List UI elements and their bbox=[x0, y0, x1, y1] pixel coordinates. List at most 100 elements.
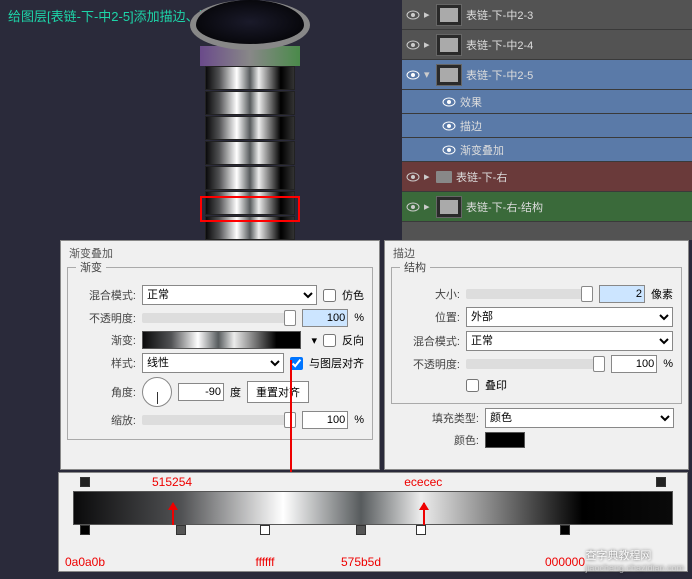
visibility-icon[interactable] bbox=[406, 8, 420, 22]
group-label: 渐变 bbox=[76, 259, 106, 275]
color-swatch[interactable] bbox=[485, 432, 525, 448]
color-stop[interactable] bbox=[356, 525, 366, 535]
color-annotation: ececec bbox=[404, 475, 442, 489]
blend-mode-label: 混合模式: bbox=[400, 333, 460, 349]
percent-label: % bbox=[354, 414, 364, 426]
fill-type-select[interactable]: 颜色 bbox=[485, 408, 674, 428]
position-label: 位置: bbox=[400, 309, 460, 325]
annotation-arrow bbox=[290, 360, 292, 485]
expand-icon[interactable]: ▸ bbox=[424, 38, 432, 51]
group-label: 结构 bbox=[400, 259, 430, 275]
scale-slider[interactable] bbox=[142, 415, 296, 425]
gradient-overlay-dialog: 渐变叠加 渐变 混合模式: 正常 仿色 不透明度: % 渐变: ▾ 反向 样式:… bbox=[60, 240, 380, 470]
layer-name: 表链-下-中2-5 bbox=[466, 67, 688, 83]
overprint-checkbox[interactable] bbox=[466, 379, 479, 392]
visibility-icon[interactable] bbox=[442, 143, 456, 157]
layer-thumb bbox=[436, 64, 462, 86]
layer-row[interactable]: ▸ 表链-下-中2-3 bbox=[402, 0, 692, 30]
folder-icon bbox=[436, 171, 452, 183]
percent-label: % bbox=[663, 358, 673, 370]
scale-label: 缩放: bbox=[76, 412, 136, 428]
gradient-preview[interactable] bbox=[142, 331, 301, 349]
blend-mode-select[interactable]: 正常 bbox=[466, 331, 673, 351]
layer-name: 表链-下-右-结构 bbox=[466, 199, 688, 215]
expand-icon[interactable]: ▸ bbox=[424, 170, 432, 183]
fill-type-label: 填充类型: bbox=[399, 410, 479, 426]
reverse-label: 反向 bbox=[342, 332, 364, 348]
visibility-icon[interactable] bbox=[406, 38, 420, 52]
reset-align-button[interactable]: 重置对齐 bbox=[247, 381, 309, 403]
angle-label: 角度: bbox=[76, 384, 136, 400]
watermark: 查字典教程网 jiaocheng.chazidian.com bbox=[585, 546, 684, 573]
scale-input[interactable] bbox=[302, 411, 348, 429]
annotation-arrow bbox=[172, 503, 174, 525]
gradient-bar[interactable] bbox=[73, 491, 673, 525]
align-label: 与图层对齐 bbox=[309, 355, 364, 371]
position-select[interactable]: 外部 bbox=[466, 307, 673, 327]
color-stop[interactable] bbox=[176, 525, 186, 535]
color-label: 颜色: bbox=[399, 432, 479, 448]
layer-effect-gradient[interactable]: 渐变叠加 bbox=[402, 138, 692, 162]
visibility-icon[interactable] bbox=[406, 68, 420, 82]
opacity-stop[interactable] bbox=[656, 477, 666, 487]
color-annotation: 0a0a0b bbox=[65, 555, 105, 569]
visibility-icon[interactable] bbox=[406, 170, 420, 184]
angle-control[interactable] bbox=[142, 377, 172, 407]
size-slider[interactable] bbox=[466, 289, 593, 299]
opacity-stop[interactable] bbox=[80, 477, 90, 487]
layers-panel: ▸ 表链-下-中2-3 ▸ 表链-下-中2-4 ▾ 表链-下-中2-5 效果 描… bbox=[402, 0, 692, 240]
px-label: 像素 bbox=[651, 286, 673, 302]
canvas-preview bbox=[140, 0, 360, 240]
size-input[interactable] bbox=[599, 285, 645, 303]
layer-name: 表链-下-右 bbox=[456, 169, 688, 185]
effect-label: 效果 bbox=[460, 94, 688, 110]
layer-folder[interactable]: ▸ 表链-下-右 bbox=[402, 162, 692, 192]
effect-label: 描边 bbox=[460, 118, 688, 134]
layer-name: 表链-下-中2-4 bbox=[466, 37, 688, 53]
dither-checkbox[interactable] bbox=[323, 289, 336, 302]
expand-icon[interactable]: ▾ bbox=[424, 68, 432, 81]
color-stop[interactable] bbox=[560, 525, 570, 535]
color-stop[interactable] bbox=[260, 525, 270, 535]
selection-highlight bbox=[200, 196, 300, 222]
gradient-label: 渐变: bbox=[76, 332, 136, 348]
size-label: 大小: bbox=[400, 286, 460, 302]
effect-label: 渐变叠加 bbox=[460, 142, 688, 158]
layer-name: 表链-下-中2-3 bbox=[466, 7, 688, 23]
angle-input[interactable] bbox=[178, 383, 224, 401]
layer-row-selected[interactable]: ▾ 表链-下-中2-5 bbox=[402, 60, 692, 90]
layer-thumb bbox=[436, 196, 462, 218]
layer-row[interactable]: ▸ 表链-下-中2-4 bbox=[402, 30, 692, 60]
color-annotation: 575b5d bbox=[341, 555, 381, 569]
layer-thumb bbox=[436, 4, 462, 26]
opacity-slider[interactable] bbox=[142, 313, 296, 323]
angle-unit: 度 bbox=[230, 384, 241, 400]
visibility-icon[interactable] bbox=[442, 95, 456, 109]
opacity-label: 不透明度: bbox=[76, 310, 136, 326]
percent-label: % bbox=[354, 312, 364, 324]
layer-effect-stroke[interactable]: 描边 bbox=[402, 114, 692, 138]
stroke-dialog: 描边 结构 大小: 像素 位置: 外部 混合模式: 正常 不透明度: % 叠印 bbox=[384, 240, 689, 470]
dialog-title: 描边 bbox=[393, 245, 415, 261]
layer-row[interactable]: ▸ 表链-下-右-结构 bbox=[402, 192, 692, 222]
color-stop[interactable] bbox=[416, 525, 426, 535]
blend-mode-select[interactable]: 正常 bbox=[142, 285, 317, 305]
color-stop[interactable] bbox=[80, 525, 90, 535]
visibility-icon[interactable] bbox=[406, 200, 420, 214]
opacity-slider[interactable] bbox=[466, 359, 605, 369]
expand-icon[interactable]: ▸ bbox=[424, 8, 432, 21]
layer-effects[interactable]: 效果 bbox=[402, 90, 692, 114]
style-label: 样式: bbox=[76, 355, 136, 371]
annotation-arrow bbox=[423, 503, 425, 525]
dropdown-icon[interactable]: ▾ bbox=[311, 334, 317, 347]
color-annotation: ffffff bbox=[256, 555, 275, 569]
style-select[interactable]: 线性 bbox=[142, 353, 284, 373]
expand-icon[interactable]: ▸ bbox=[424, 200, 432, 213]
dialog-title: 渐变叠加 bbox=[69, 245, 113, 261]
visibility-icon[interactable] bbox=[442, 119, 456, 133]
color-annotation: 515254 bbox=[152, 475, 192, 489]
opacity-input[interactable] bbox=[611, 355, 657, 373]
opacity-label: 不透明度: bbox=[400, 356, 460, 372]
reverse-checkbox[interactable] bbox=[323, 334, 336, 347]
opacity-input[interactable] bbox=[302, 309, 348, 327]
